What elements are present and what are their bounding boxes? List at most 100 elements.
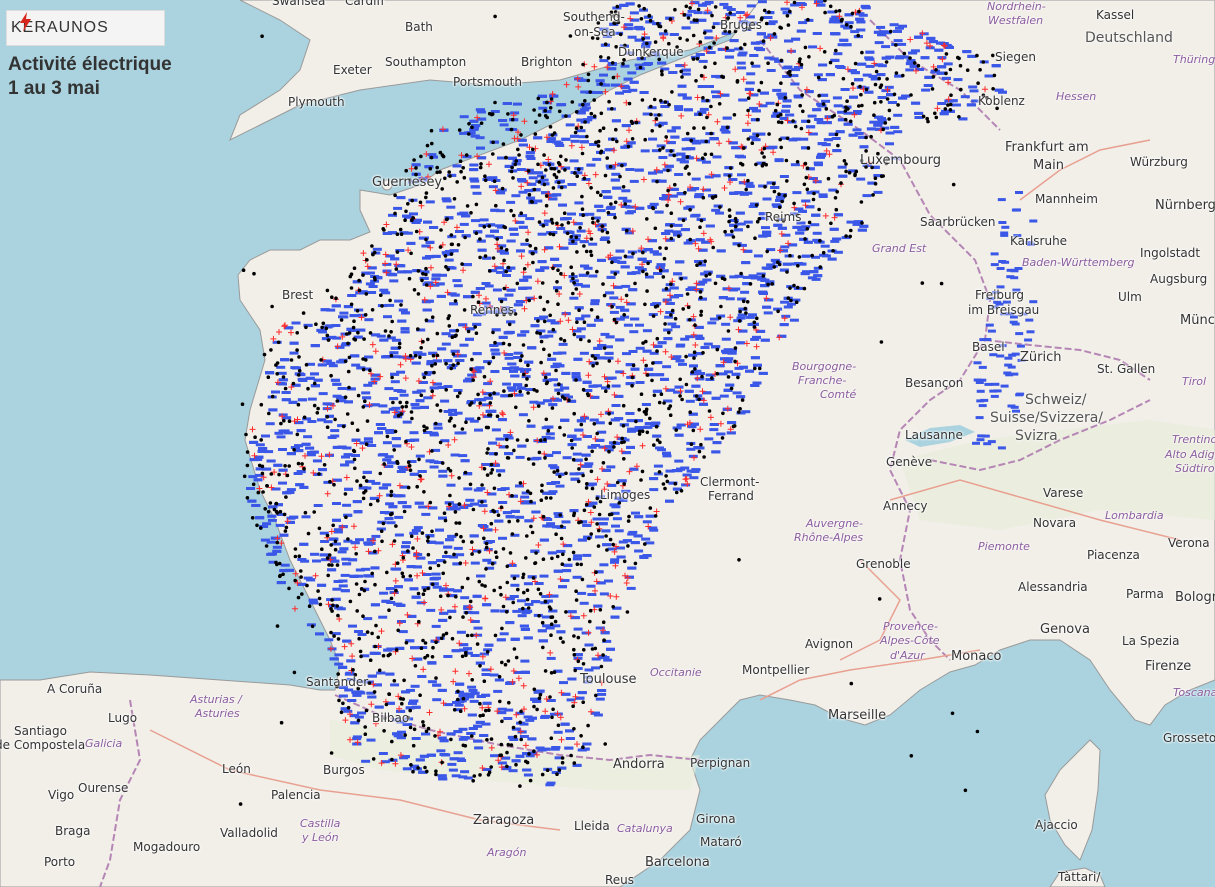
- positive-strike: [613, 593, 620, 600]
- intracloud-strike: [811, 213, 821, 217]
- intracloud-strike: [459, 222, 469, 226]
- intracloud-strike: [581, 453, 591, 457]
- intracloud-strike: [712, 155, 722, 159]
- intracloud-strike: [526, 196, 536, 200]
- intracloud-strike: [671, 126, 681, 130]
- intracloud-strike: [519, 624, 529, 628]
- positive-strike: [677, 198, 684, 205]
- intracloud-strike: [605, 291, 615, 295]
- intracloud-strike: [317, 583, 327, 587]
- intracloud-strike: [705, 224, 715, 228]
- positive-strike: [292, 605, 298, 612]
- intracloud-strike: [367, 291, 377, 294]
- positive-strike: [745, 112, 752, 119]
- intracloud-strike: [475, 287, 485, 290]
- intracloud-strike: [397, 501, 407, 505]
- positive-strike: [378, 628, 385, 635]
- intracloud-strike: [505, 621, 515, 625]
- intracloud-strike: [258, 447, 268, 450]
- positive-strike: [530, 404, 537, 411]
- intracloud-strike: [465, 498, 475, 502]
- intracloud-strike: [630, 317, 640, 321]
- negative-strike: [746, 178, 750, 183]
- intracloud-strike: [340, 589, 350, 593]
- intracloud-strike: [349, 574, 359, 578]
- intracloud-strike: [634, 426, 644, 430]
- intracloud-strike: [655, 446, 664, 450]
- intracloud-strike: [746, 4, 756, 8]
- intracloud-strike: [481, 282, 491, 285]
- intracloud-strike: [414, 501, 424, 505]
- intracloud-strike: [520, 670, 530, 674]
- intracloud-strike: [411, 406, 421, 410]
- intracloud-strike: [791, 37, 801, 41]
- intracloud-strike: [450, 349, 460, 353]
- intracloud-strike: [439, 753, 449, 756]
- intracloud-strike: [777, 226, 787, 230]
- intracloud-strike: [520, 242, 530, 246]
- intracloud-strike: [281, 398, 291, 402]
- intracloud-strike: [470, 502, 480, 506]
- intracloud-strike: [317, 418, 327, 422]
- intracloud-strike: [560, 722, 570, 726]
- map-canvas[interactable]: Swansea Cardiff Bath Southend- on-Sea Ex…: [0, 0, 1215, 887]
- positive-strike: [383, 221, 390, 228]
- intracloud-strike: [381, 291, 391, 295]
- intracloud-strike: [589, 418, 599, 422]
- intracloud-strike: [467, 685, 477, 689]
- intracloud-strike: [599, 563, 609, 567]
- intracloud-strike: [531, 510, 541, 514]
- intracloud-strike: [502, 274, 511, 277]
- negative-strike: [826, 176, 831, 181]
- intracloud-strike: [675, 359, 685, 363]
- intracloud-strike: [375, 423, 385, 426]
- intracloud-strike: [558, 342, 568, 346]
- intracloud-strike: [504, 356, 514, 360]
- intracloud-strike: [668, 71, 678, 74]
- positive-strike: [515, 675, 522, 682]
- intracloud-strike: [704, 0, 714, 4]
- intracloud-strike: [555, 364, 565, 368]
- intracloud-strike: [629, 330, 639, 334]
- intracloud-strike: [546, 781, 556, 785]
- intracloud-strike: [417, 675, 427, 678]
- intracloud-strike: [394, 533, 404, 537]
- intracloud-strike: [352, 500, 362, 504]
- intracloud-strike: [378, 752, 388, 755]
- intracloud-strike: [563, 563, 573, 567]
- intracloud-strike: [397, 270, 407, 274]
- intracloud-strike: [481, 673, 491, 676]
- intracloud-strike: [322, 402, 332, 406]
- intracloud-strike: [390, 683, 400, 687]
- intracloud-strike: [605, 335, 615, 339]
- intracloud-strike: [625, 51, 635, 55]
- intracloud-strike: [390, 380, 400, 384]
- intracloud-strike: [731, 372, 741, 376]
- intracloud-strike: [908, 51, 918, 55]
- intracloud-strike: [681, 26, 691, 30]
- intracloud-strike: [520, 330, 530, 334]
- intracloud-strike: [458, 694, 468, 698]
- intracloud-strike: [610, 560, 619, 564]
- intracloud-strike: [394, 585, 403, 589]
- intracloud-strike: [421, 512, 431, 516]
- intracloud-strike: [678, 362, 687, 366]
- intracloud-strike: [389, 397, 399, 401]
- intracloud-strike: [921, 88, 931, 92]
- intracloud-strike: [338, 685, 348, 689]
- positive-strike: [737, 14, 744, 21]
- intracloud-strike: [660, 377, 669, 381]
- intracloud-strike: [801, 254, 811, 258]
- intracloud-strike: [736, 341, 746, 345]
- intracloud-strike: [361, 391, 371, 395]
- intracloud-strike: [914, 35, 923, 39]
- intracloud-strike: [741, 261, 751, 265]
- positive-strike: [452, 668, 459, 675]
- positive-strike: [343, 474, 350, 481]
- intracloud-strike: [472, 594, 482, 598]
- positive-strike: [817, 45, 824, 52]
- intracloud-strike: [790, 82, 800, 86]
- intracloud-strike: [531, 600, 541, 604]
- negative-strike: [389, 330, 393, 334]
- intracloud-strike: [346, 678, 356, 682]
